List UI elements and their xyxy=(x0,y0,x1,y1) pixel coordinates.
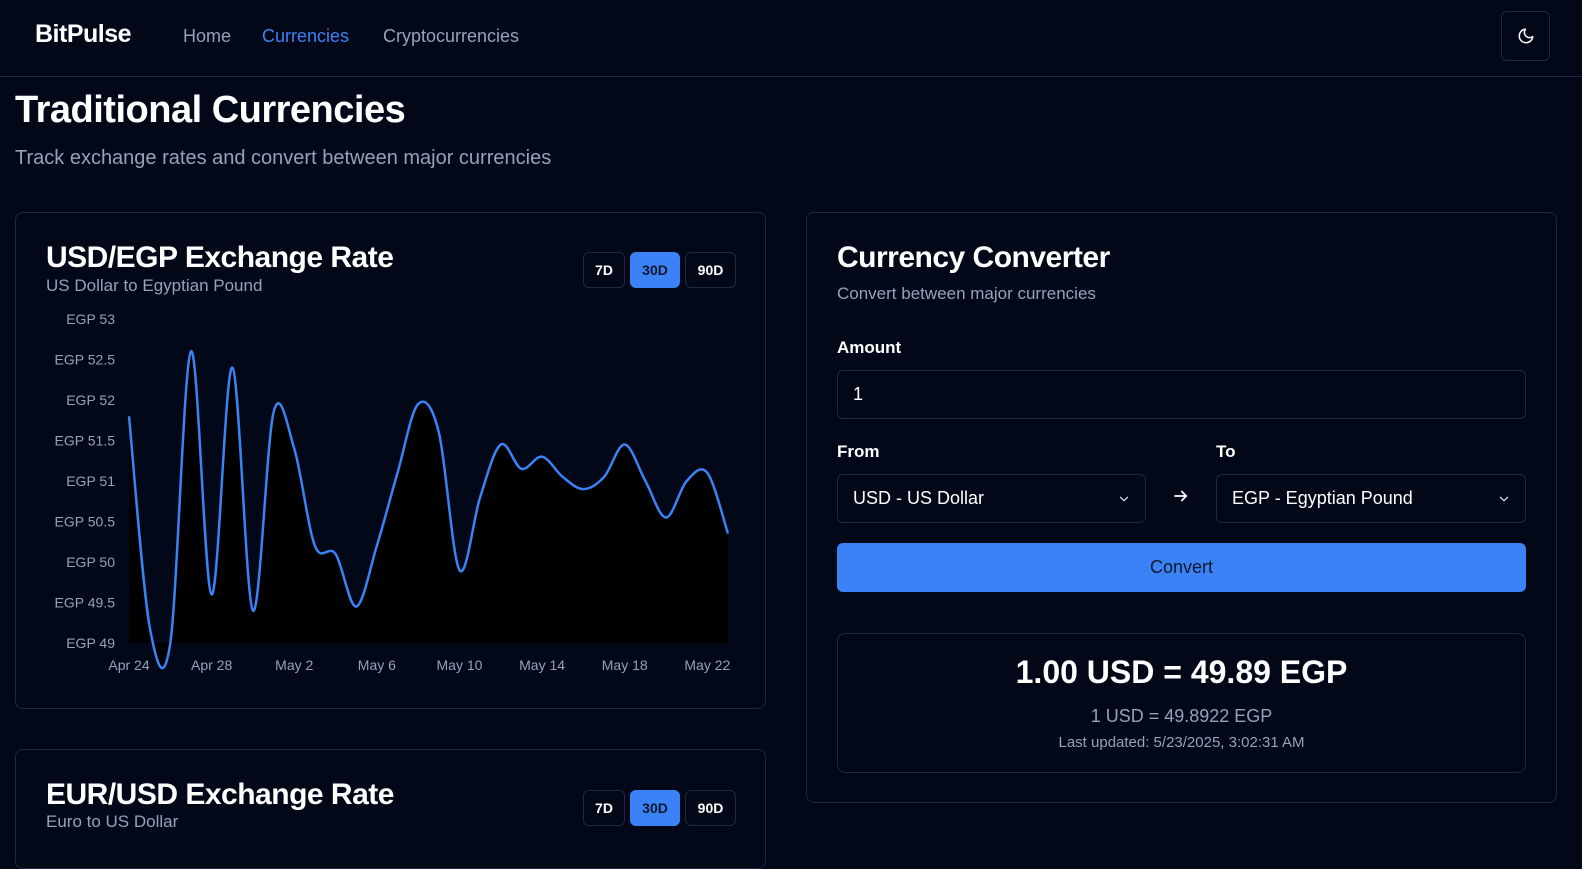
convert-button[interactable]: Convert xyxy=(837,543,1526,592)
eur-usd-chart-card: EUR/USD Exchange Rate Euro to US Dollar … xyxy=(15,749,766,869)
x-tick-label: Apr 24 xyxy=(108,657,149,673)
amount-input[interactable]: 1 xyxy=(837,370,1526,419)
range-30d-button[interactable]: 30D xyxy=(630,790,680,826)
x-tick-label: May 2 xyxy=(275,657,313,673)
range-7d-button[interactable]: 7D xyxy=(583,790,625,826)
x-tick-label: May 6 xyxy=(358,657,396,673)
usd-egp-line-chart: EGP 49 EGP 49.5 EGP 50 EGP 50.5 EGP 51 EGP 51… xyxy=(55,311,731,673)
moon-icon xyxy=(1518,28,1533,44)
x-tick-label: Apr 28 xyxy=(191,657,232,673)
y-axis-ticks: EGP 49 EGP 49.5 EGP 50 EGP 50.5 EGP 51 EGP 51… xyxy=(55,311,116,651)
chevron-down-icon xyxy=(1499,496,1509,501)
from-currency-value: USD - US Dollar xyxy=(853,488,985,508)
to-currency-value: EGP - Egyptian Pound xyxy=(1232,488,1413,508)
converter-title: Currency Converter xyxy=(837,241,1110,274)
range-90d-button[interactable]: 90D xyxy=(685,790,736,826)
y-tick-label: EGP 52 xyxy=(66,392,115,408)
chart-card-subtitle: Euro to US Dollar xyxy=(46,812,179,831)
x-axis-ticks: Apr 24 Apr 28 May 2 May 6 May 10 May 14 May 18… xyxy=(108,657,730,673)
to-label: To xyxy=(1216,442,1236,461)
last-updated-text: Last updated: 5/23/2025, 3:02:31 AM xyxy=(1058,734,1305,751)
x-tick-label: May 18 xyxy=(602,657,648,673)
brand-logo[interactable]: BitPulse xyxy=(35,20,132,49)
nav-link-cryptocurrencies[interactable]: Cryptocurrencies xyxy=(383,26,519,47)
theme-toggle-button[interactable] xyxy=(1501,11,1550,61)
x-tick-label: May 10 xyxy=(437,657,483,673)
exchange-rate-text: 1 USD = 49.8922 EGP xyxy=(1090,706,1273,726)
amount-label: Amount xyxy=(837,338,902,357)
converter-subtitle: Convert between major currencies xyxy=(837,284,1096,303)
y-tick-label: EGP 49.5 xyxy=(55,595,116,611)
arrow-right-icon xyxy=(1174,490,1188,502)
usd-egp-chart-card: USD/EGP Exchange Rate US Dollar to Egypt… xyxy=(15,212,766,709)
y-tick-label: EGP 50.5 xyxy=(55,514,116,530)
nav-link-currencies[interactable]: Currencies xyxy=(262,26,349,47)
page-subtitle: Track exchange rates and convert between… xyxy=(15,147,552,169)
chart-card-title: EUR/USD Exchange Rate xyxy=(46,778,394,811)
x-tick-label: May 14 xyxy=(519,657,565,673)
chevron-down-icon xyxy=(1119,496,1129,501)
rate-area-fill xyxy=(129,351,728,669)
nav-link-home[interactable]: Home xyxy=(183,26,231,47)
top-navbar: BitPulse Home Currencies Cryptocurrencie… xyxy=(0,0,1582,77)
conversion-result-box: 1.00 USD = 49.89 EGP 1 USD = 49.8922 EGP… xyxy=(837,633,1526,773)
page-title: Traditional Currencies xyxy=(15,89,406,131)
y-tick-label: EGP 51.5 xyxy=(55,433,116,449)
conversion-result: 1.00 USD = 49.89 EGP xyxy=(1015,654,1348,690)
y-tick-label: EGP 52.5 xyxy=(55,352,116,368)
currency-converter-card: Currency Converter Convert between major… xyxy=(806,212,1557,803)
y-tick-label: EGP 49 xyxy=(66,635,115,651)
y-tick-label: EGP 50 xyxy=(66,554,115,570)
x-tick-label: May 22 xyxy=(684,657,730,673)
from-currency-select[interactable]: USD - US Dollar xyxy=(837,474,1146,523)
to-currency-select[interactable]: EGP - Egyptian Pound xyxy=(1216,474,1526,523)
from-label: From xyxy=(837,442,880,461)
y-tick-label: EGP 51 xyxy=(66,473,115,489)
y-tick-label: EGP 53 xyxy=(66,311,115,327)
